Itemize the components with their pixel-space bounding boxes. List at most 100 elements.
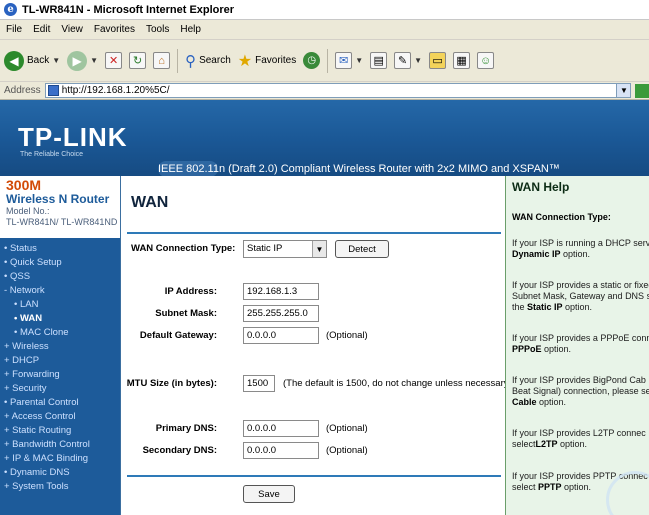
address-input[interactable]: http://192.168.1.20%5C/ ▼ [44,83,632,98]
sidebar-item[interactable]: + System Tools [0,480,120,494]
stop-button[interactable]: ✕ [103,48,124,74]
menu-file[interactable]: File [6,24,22,35]
subnet-mask-input[interactable] [243,305,319,322]
brand-box: 300M Wireless N Router Model No.: TL-WR8… [0,176,120,238]
toolbar-separator [177,48,179,73]
mtu-note: (The default is 1500, do not change unle… [283,378,514,389]
sidebar-item[interactable]: + Bandwidth Control [0,438,120,452]
print-icon: ▤ [370,52,388,69]
help-l2tp: If your ISP provides L2TP connec selectL2… [512,428,646,449]
messenger-button[interactable]: ☺ [475,48,496,74]
secondary-dns-input[interactable] [243,442,319,459]
mask-label: Subnet Mask: [155,308,217,319]
sidebar-item[interactable]: • Parental Control [0,396,120,410]
menu-help[interactable]: Help [180,24,201,35]
mtu-input[interactable] [243,375,275,392]
gateway-input[interactable] [243,327,319,344]
messenger-icon: ☺ [477,52,495,69]
toolbar-separator [327,48,329,73]
print-button[interactable]: ▤ [368,48,389,74]
edit-button[interactable]: ✎ ▼ [392,48,424,74]
mtu-row: MTU Size (in bytes): (The default is 150… [121,375,514,395]
address-bar: Address http://192.168.1.20%5C/ ▼ [0,82,649,100]
favorites-button[interactable]: ★ Favorites [236,48,298,74]
help-subtitle: WAN Connection Type: [512,212,611,222]
search-icon: ⚲ [185,52,197,70]
dns2-optional: (Optional) [326,445,368,456]
help-title: WAN Help [512,180,570,194]
folder-icon: ▭ [429,52,447,69]
star-icon: ★ [237,52,253,70]
home-button[interactable]: ⌂ [151,48,172,74]
window-title: TL-WR841N - Microsoft Internet Explorer [22,3,235,16]
sidebar-item[interactable]: + Wireless [0,340,120,354]
sidebar-item[interactable]: • Dynamic DNS [0,466,120,480]
menu-tools[interactable]: Tools [146,24,169,35]
address-dropdown-icon[interactable]: ▼ [616,84,631,97]
page-title: WAN [131,194,169,211]
sidebar-item[interactable]: • LAN [0,298,120,312]
model-label: Model No.: [6,206,50,216]
sidebar-item[interactable]: • QSS [0,270,120,284]
sidebar-item[interactable]: • Status [0,242,120,256]
address-url: http://192.168.1.20%5C/ [61,85,170,96]
secondary-dns-label: Secondary DNS: [142,445,217,456]
header-tagline: IEEE 802.11n (Draft 2.0) Compliant Wirel… [158,161,560,177]
refresh-button[interactable]: ↻ [127,48,148,74]
sidebar-item[interactable]: + Static Routing [0,424,120,438]
brand-name: Wireless N Router [6,192,110,206]
mail-button[interactable]: ✉ ▼ [333,48,365,74]
research-button[interactable]: ▦ [451,48,472,74]
menu-edit[interactable]: Edit [33,24,50,35]
sidebar-nav: 300M Wireless N Router Model No.: TL-WR8… [0,176,120,515]
research-icon: ▦ [453,52,471,69]
wan-type-select[interactable]: Static IP ▼ [243,240,327,258]
help-bigpond: If your ISP provides BigPond Cab Beat Sig… [512,375,649,407]
sidebar-item[interactable]: + Forwarding [0,368,120,382]
forward-button[interactable]: ▶ ▼ [65,48,100,74]
folder-button[interactable]: ▭ [427,48,448,74]
primary-dns-input[interactable] [243,420,319,437]
home-icon: ⌂ [153,52,171,69]
stop-icon: ✕ [105,52,123,69]
logo-tagline: The Reliable Choice [20,151,84,158]
go-button[interactable] [635,83,649,98]
back-arrow-icon: ◀ [4,50,24,71]
sidebar-item[interactable]: + DHCP [0,354,120,368]
address-label: Address [4,85,41,96]
help-static-ip: If your ISP provides a static or fixed Su… [512,280,649,312]
ip-row: IP Address: [121,283,506,303]
sidebar-item[interactable]: • MAC Clone [0,326,120,340]
menu-favorites[interactable]: Favorites [94,24,135,35]
dropdown-arrow-icon: ▼ [355,56,364,65]
sidebar-item[interactable]: - Network [0,284,120,298]
model-number: TL-WR841N/ TL-WR841ND [6,217,118,227]
brand-speed: 300M [6,177,42,193]
divider [127,475,501,477]
sidebar-item[interactable]: + Access Control [0,410,120,424]
ip-label: IP Address: [164,286,217,297]
tp-link-logo: TP-LINK [18,122,128,152]
menu-bar: File Edit View Favorites Tools Help [0,20,649,40]
ip-address-input[interactable] [243,283,319,300]
wan-settings-panel: WAN WAN Connection Type: Static IP ▼ Det… [120,176,514,515]
wan-type-row: WAN Connection Type: Static IP ▼ Detect [121,240,506,260]
select-arrow-icon: ▼ [312,241,326,257]
window-titlebar: e TL-WR841N - Microsoft Internet Explore… [0,0,649,20]
save-button[interactable]: Save [243,485,295,503]
gateway-label: Default Gateway: [139,330,217,341]
mtu-label: MTU Size (in bytes): [126,378,217,389]
menu-view[interactable]: View [61,24,83,35]
detect-button[interactable]: Detect [335,240,389,258]
back-button[interactable]: ◀ Back ▼ [2,48,62,74]
history-button[interactable]: ◷ [301,48,322,74]
gateway-optional: (Optional) [326,330,368,341]
sidebar-item[interactable]: + Security [0,382,120,396]
mail-icon: ✉ [335,52,353,69]
sidebar-item[interactable]: • Quick Setup [0,256,120,270]
sidebar-item[interactable]: • WAN [0,312,120,326]
search-button[interactable]: ⚲ Search [183,48,233,74]
browser-toolbar: ◀ Back ▼ ▶ ▼ ✕ ↻ ⌂ ⚲ Search ★ Favorites … [0,40,649,82]
sidebar-item[interactable]: + IP & MAC Binding [0,452,120,466]
dns2-row: Secondary DNS: (Optional) [121,442,506,462]
